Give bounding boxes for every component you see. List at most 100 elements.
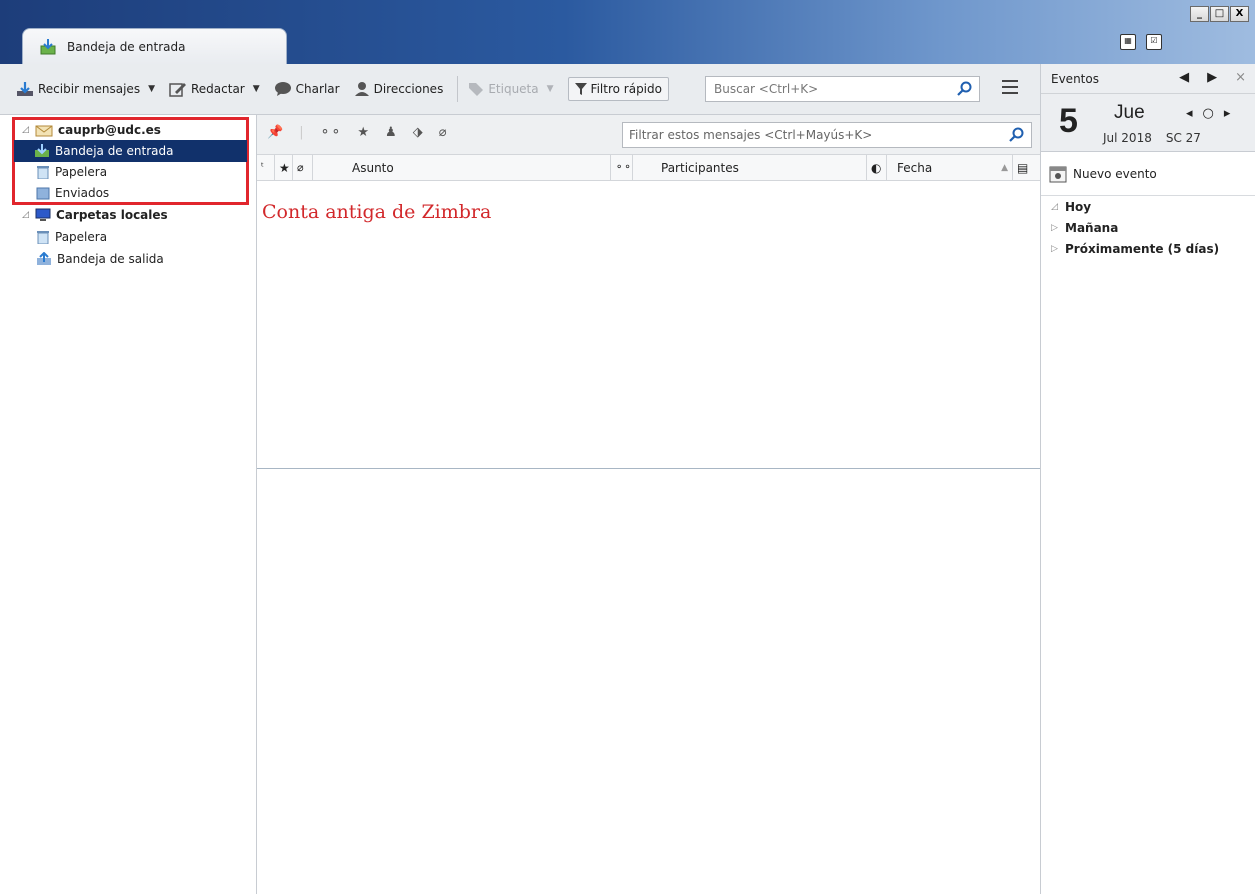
next-day-icon[interactable]: ▸ [1224,106,1231,121]
new-event-icon [1049,166,1067,182]
column-participants-label: Participantes [661,160,739,175]
chat-bubble-icon [274,82,291,96]
account-label: cauprb@udc.es [58,123,161,137]
window-controls: _ □ X [1190,6,1249,22]
chevron-down-icon[interactable]: ▼ [253,84,260,94]
column-participants[interactable]: Participantes [633,155,867,180]
column-date-label: Fecha [897,160,933,175]
today-pane-nav: ◀ ▶ × [1179,70,1246,85]
toolbar-separator [457,76,459,102]
search-icon[interactable] [957,81,973,97]
thread-column-icon[interactable]: ᵗ [257,155,275,180]
column-date[interactable]: Fecha ▲ [887,155,1013,180]
star-icon[interactable]: ★ [357,125,369,140]
agenda-label: Mañana [1065,220,1119,235]
folder-outbox[interactable]: Bandeja de salida [36,248,164,270]
agenda-upcoming[interactable]: ▷ Próximamente (5 días) [1041,238,1255,259]
new-event-button[interactable]: Nuevo evento [1041,152,1255,196]
read-column-icon[interactable]: ⚬⚬ [611,155,633,180]
day-number: 5 [1059,102,1078,140]
unread-filter-icon[interactable]: ⚬⚬ [320,125,342,140]
new-event-label: Nuevo evento [1073,166,1157,181]
annotation-text: Conta antiga de Zimbra [262,201,492,223]
calendar-tab-icon[interactable]: ▦ [1120,34,1136,50]
quick-filter-button[interactable]: Filtro rápido [567,77,669,101]
column-picker-icon[interactable]: ▤ [1013,155,1040,180]
folder-label: Papelera [55,165,108,179]
twisty-closed-icon: ▷ [1051,222,1058,233]
computer-icon [35,208,51,221]
tab-inbox[interactable]: Bandeja de entrada [22,28,287,64]
close-icon[interactable]: × [1235,70,1246,85]
search-placeholder: Buscar <Ctrl+K> [714,82,819,96]
agenda-label: Hoy [1065,199,1092,214]
folder-sent[interactable]: Enviados [36,182,109,204]
mini-day: 5 Jue ◂ ○ ▸ Jul 2018 SC 27 [1041,94,1255,152]
tab-label: Bandeja de entrada [67,39,186,54]
quick-filter-label: Filtro rápido [590,82,662,96]
sort-ascending-icon: ▲ [1001,162,1008,173]
folder-label: Bandeja de salida [57,252,164,266]
twisty-open-icon[interactable]: ◿ [22,210,30,220]
write-button[interactable]: Redactar ▼ [169,81,260,97]
folder-inbox[interactable]: Bandeja de entrada [14,140,247,162]
date-details: Jul 2018 SC 27 [1103,131,1201,145]
folder-local-trash[interactable]: Papelera [36,226,107,248]
local-folders-label: Carpetas locales [56,208,168,222]
search-input[interactable]: Buscar <Ctrl+K> [705,76,980,102]
sent-folder-icon [36,187,50,200]
folder-label: Enviados [55,186,110,200]
twisty-open-icon[interactable]: ◿ [22,125,30,135]
tag-button[interactable]: Etiqueta ▼ [468,81,554,97]
chat-button[interactable]: Charlar [274,81,340,97]
quick-filter-buttons: 📌 | ⚬⚬ ★ ♟ ⬗ ⌀ [267,125,447,140]
today-icon[interactable]: ○ [1203,106,1214,121]
previous-arrow-icon[interactable]: ◀ [1179,70,1189,85]
chevron-down-icon[interactable]: ▼ [148,84,155,94]
folder-account[interactable]: ◿ cauprb@udc.es [22,119,161,141]
column-subject[interactable]: Asunto [313,155,611,180]
tasks-tab-icon[interactable]: ☑ [1146,34,1162,50]
star-column-icon[interactable]: ★ [275,155,293,180]
filter-messages-input[interactable]: Filtrar estos mensajes <Ctrl+Mayús+K> [622,122,1032,148]
folder-local[interactable]: ◿ Carpetas locales [22,204,168,226]
outbox-icon [37,252,51,265]
agenda-tomorrow[interactable]: ▷ Mañana [1041,217,1255,238]
today-pane-header: Eventos ◀ ▶ × [1041,64,1255,94]
contact-icon [354,82,369,96]
address-book-button[interactable]: Direcciones [354,81,444,97]
junk-column-icon[interactable]: ◐ [867,155,887,180]
inbox-icon [40,38,56,54]
contact-filter-icon[interactable]: ♟ [385,125,397,140]
maximize-button[interactable]: □ [1210,6,1229,22]
attachment-icon[interactable]: ⌀ [439,125,447,140]
download-icon [17,82,33,96]
previous-day-icon[interactable]: ◂ [1186,106,1193,121]
tag-filter-icon[interactable]: ⬗ [413,125,423,140]
folder-label: Bandeja de entrada [55,144,174,158]
mail-account-icon [35,125,53,137]
next-arrow-icon[interactable]: ▶ [1207,70,1217,85]
thread-list[interactable]: Conta antiga de Zimbra [257,181,1040,469]
calendar-toggles: ▦ ☑ [1120,34,1162,50]
trash-icon [37,231,49,244]
minimize-button[interactable]: _ [1190,6,1209,22]
today-pane: Eventos ◀ ▶ × 5 Jue ◂ ○ ▸ Jul 2018 SC 27… [1040,64,1255,894]
chevron-down-icon[interactable]: ▼ [547,84,554,94]
search-icon [1009,127,1024,142]
agenda-today[interactable]: ◿ Hoy [1041,196,1255,217]
get-mail-button[interactable]: Recibir mensajes ▼ [16,81,155,97]
address-book-label: Direcciones [373,82,444,96]
attachment-column-icon[interactable]: ⌀ [293,155,313,180]
app-menu-icon[interactable] [1002,80,1018,98]
write-label: Redactar [191,82,245,96]
thread-column-header: ᵗ ★ ⌀ Asunto ⚬⚬ Participantes ◐ Fecha ▲ … [257,155,1040,181]
agenda-label: Próximamente (5 días) [1065,241,1220,256]
get-mail-label: Recibir mensajes [38,82,141,96]
folder-pane: ◿ cauprb@udc.es Bandeja de entrada Papel… [0,115,257,894]
close-button[interactable]: X [1230,6,1249,22]
inbox-icon [35,144,49,157]
chat-label: Charlar [295,82,340,96]
folder-trash[interactable]: Papelera [36,161,107,183]
pin-icon[interactable]: 📌 [267,125,283,140]
